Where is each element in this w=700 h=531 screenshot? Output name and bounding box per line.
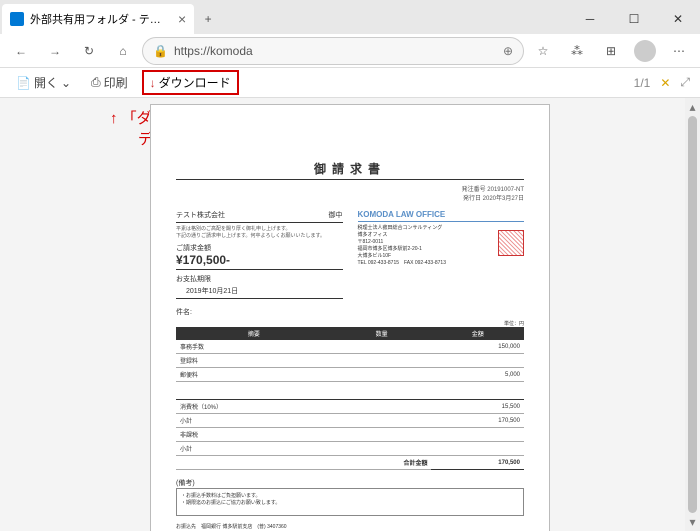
invoice-document: 御請求書 発注番号 20191007-NT 発行日 2020年3月27日 テスト… [150, 104, 550, 531]
tab-favicon [10, 12, 24, 26]
favorites-list-button[interactable]: ⁂ [562, 36, 592, 66]
lock-icon: 🔒 [153, 44, 168, 58]
scroll-up-icon[interactable]: ▴ [689, 100, 695, 114]
back-button[interactable]: ← [6, 36, 36, 66]
pdf-expand-icon[interactable]: ⤢ [680, 75, 690, 90]
page-indicator: 1/1 [634, 76, 651, 90]
print-button[interactable]: ⎙ 印刷 [85, 71, 134, 94]
refresh-button[interactable]: ↻ [74, 36, 104, 66]
reader-icon[interactable]: ⊕ [503, 44, 513, 58]
chevron-down-icon: ⌄ [61, 76, 71, 90]
home-button[interactable]: ⌂ [108, 36, 138, 66]
print-icon: ⎙ [91, 75, 101, 90]
scroll-thumb[interactable] [688, 116, 697, 513]
tab-title: 外部共有用フォルダ - テスト請求書 [30, 11, 170, 27]
maximize-button[interactable]: ☐ [612, 4, 656, 34]
forward-button[interactable]: → [40, 36, 70, 66]
doc-title: 御請求書 [176, 160, 524, 180]
profile-avatar[interactable] [634, 40, 656, 62]
folder-icon: 📄 [16, 76, 31, 90]
address-bar[interactable]: 🔒 https://komoda ⊕ [142, 37, 524, 65]
company-seal [498, 230, 524, 256]
doc-meta: 発注番号 20191007-NT 発行日 2020年3月27日 [176, 184, 524, 202]
scrollbar[interactable]: ▴ ▾ [685, 98, 700, 531]
favorite-button[interactable]: ☆ [528, 36, 558, 66]
new-tab-button[interactable]: + [194, 4, 222, 34]
browser-tab[interactable]: 外部共有用フォルダ - テスト請求書 × [2, 4, 194, 34]
tab-close-icon[interactable]: × [178, 11, 186, 27]
open-button[interactable]: 📄 開く ⌄ [10, 71, 77, 94]
download-button[interactable]: ↓ ダウンロード [142, 70, 239, 95]
scroll-down-icon[interactable]: ▾ [689, 515, 695, 529]
pdf-close-icon[interactable]: ✕ [660, 76, 670, 90]
menu-button[interactable]: ⋯ [664, 36, 694, 66]
company-logo: KOMODA LAW OFFICE [358, 210, 525, 222]
url-text: https://komoda [174, 44, 497, 58]
invoice-table: 摘要数量金額 事務手数150,000 登録料 郵便料5,000 消費税（10%）… [176, 327, 524, 470]
download-icon: ↓ [150, 76, 156, 90]
minimize-button[interactable]: ─ [568, 4, 612, 34]
collections-button[interactable]: ⊞ [596, 36, 626, 66]
close-button[interactable]: ✕ [656, 4, 700, 34]
